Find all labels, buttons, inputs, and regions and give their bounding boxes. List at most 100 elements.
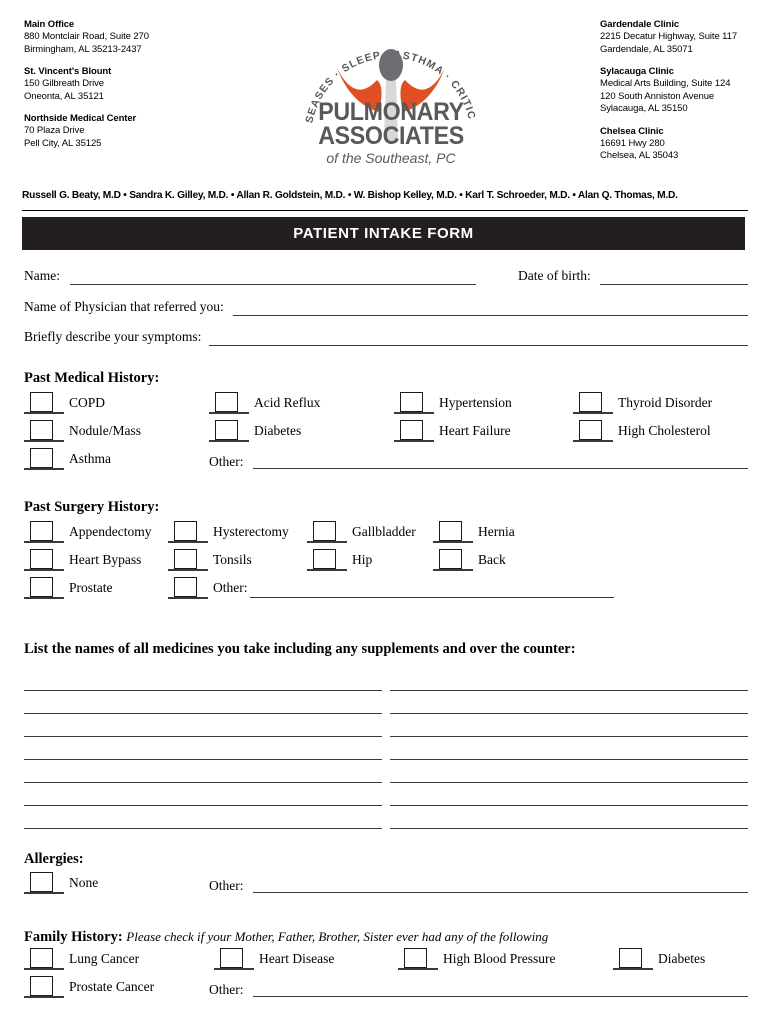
- medicine-line-right[interactable]: [390, 782, 748, 783]
- medicine-line-right[interactable]: [390, 736, 748, 737]
- checkbox-box[interactable]: [404, 948, 427, 968]
- medicine-line-left[interactable]: [24, 759, 382, 760]
- letterhead: Main Office 880 Montclair Road, Suite 27…: [0, 0, 770, 180]
- checkbox-label: Hip: [352, 552, 373, 567]
- checkbox-label: Acid Reflux: [254, 395, 321, 410]
- medicine-line-right[interactable]: [390, 805, 748, 806]
- checkbox-box[interactable]: [30, 577, 53, 597]
- medicine-line-right[interactable]: [390, 828, 748, 829]
- checkbox-baseline: [24, 468, 64, 470]
- checkbox-box[interactable]: [579, 392, 602, 412]
- checkbox-label: Diabetes: [658, 951, 706, 966]
- checkbox-baseline: [168, 597, 208, 599]
- checkbox-box[interactable]: [439, 549, 462, 569]
- address-block: Gardendale Clinic 2215 Decatur Highway, …: [600, 18, 770, 56]
- checkbox-box[interactable]: [30, 948, 53, 968]
- dob-input[interactable]: [600, 284, 748, 285]
- checkbox-box[interactable]: [313, 549, 336, 569]
- checkbox-label: Nodule/Mass: [69, 423, 141, 438]
- medicine-line-left[interactable]: [24, 736, 382, 737]
- symptoms-input[interactable]: [209, 345, 748, 346]
- patient-intake-form-page: Main Office 880 Montclair Road, Suite 27…: [0, 0, 770, 1024]
- referring-physician-input[interactable]: [233, 315, 748, 316]
- checkbox-label: Heart Bypass: [69, 552, 142, 567]
- checkbox-baseline: [168, 569, 208, 571]
- address-block: Sylacauga Clinic Medical Arts Building, …: [600, 65, 770, 116]
- right-address-column: Gardendale Clinic 2215 Decatur Highway, …: [600, 18, 770, 172]
- checkbox-baseline: [307, 569, 347, 571]
- checkbox-box[interactable]: [400, 392, 423, 412]
- logo-line2: ASSOCIATES: [318, 122, 464, 150]
- checkbox-label: Tonsils: [213, 552, 252, 567]
- checkbox-label: Thyroid Disorder: [618, 395, 713, 410]
- checkbox-baseline: [394, 412, 434, 414]
- dob-label: Date of birth:: [518, 268, 591, 283]
- checkbox-baseline: [24, 892, 64, 894]
- checkbox-box[interactable]: [400, 420, 423, 440]
- address-block: Main Office 880 Montclair Road, Suite 27…: [24, 18, 284, 56]
- office-address-line: 2215 Decatur Highway, Suite 117: [600, 31, 738, 42]
- checkbox-box[interactable]: [174, 549, 197, 569]
- surgery-other-label: Other:: [213, 580, 248, 595]
- office-address-line: Chelsea, AL 35043: [600, 150, 679, 161]
- medicine-line-right[interactable]: [390, 690, 748, 691]
- checkbox-label: Hysterectomy: [213, 524, 289, 539]
- checkbox-baseline: [24, 968, 64, 970]
- checkbox-baseline: [24, 440, 64, 442]
- medicine-line-left[interactable]: [24, 828, 382, 829]
- checkbox-box[interactable]: [30, 549, 53, 569]
- office-address-line: Medical Arts Building, Suite 124: [600, 78, 731, 89]
- medicine-line-right[interactable]: [390, 759, 748, 760]
- checkbox-box[interactable]: [215, 392, 238, 412]
- checkbox-baseline: [394, 440, 434, 442]
- checkbox-label: Prostate: [69, 580, 113, 595]
- checkbox-baseline: [214, 968, 254, 970]
- medicine-line-left[interactable]: [24, 690, 382, 691]
- referring-physician-label: Name of Physician that referred you:: [24, 299, 224, 314]
- physicians-list: Russell G. Beaty, M.D • Sandra K. Gilley…: [22, 190, 678, 201]
- office-name: St. Vincent's Blount: [24, 66, 112, 77]
- checkbox-box[interactable]: [174, 577, 197, 597]
- medical-other-input[interactable]: [253, 468, 748, 469]
- checkbox-box[interactable]: [619, 948, 642, 968]
- checkbox-box[interactable]: [30, 872, 53, 892]
- medical-other-label: Other:: [209, 454, 244, 469]
- checkbox-box[interactable]: [30, 521, 53, 541]
- checkbox-box[interactable]: [579, 420, 602, 440]
- checkbox-box[interactable]: [174, 521, 197, 541]
- medicines-heading: List the names of all medicines you take…: [24, 641, 576, 657]
- page-title: PATIENT INTAKE FORM: [293, 225, 474, 242]
- family-other-input[interactable]: [253, 996, 748, 997]
- medicine-line-right[interactable]: [390, 713, 748, 714]
- allergies-heading: Allergies:: [24, 851, 84, 867]
- checkbox-label: None: [69, 875, 99, 890]
- surgery-other-input[interactable]: [250, 597, 614, 598]
- checkbox-label: Appendectomy: [69, 524, 152, 539]
- allergies-other-input[interactable]: [253, 892, 748, 893]
- checkbox-box[interactable]: [220, 948, 243, 968]
- checkbox-box[interactable]: [30, 420, 53, 440]
- office-address-line: Oneonta, AL 35121: [24, 90, 104, 102]
- checkbox-baseline: [573, 440, 613, 442]
- office-address-line: Sylacauga, AL 35150: [600, 103, 688, 114]
- checkbox-label: Asthma: [69, 451, 111, 466]
- checkbox-label: COPD: [69, 395, 106, 410]
- checkbox-box[interactable]: [439, 521, 462, 541]
- address-block: Northside Medical Center 70 Plaza Drive …: [24, 112, 284, 150]
- checkbox-box[interactable]: [215, 420, 238, 440]
- checkbox-label: High Cholesterol: [618, 423, 711, 438]
- medicine-line-left[interactable]: [24, 805, 382, 806]
- logo-head-shape: [379, 49, 403, 81]
- checkbox-box[interactable]: [313, 521, 336, 541]
- checkbox-label: High Blood Pressure: [443, 951, 556, 966]
- form-title-bar: PATIENT INTAKE FORM: [22, 217, 745, 250]
- office-address-line: Gardendale, AL 35071: [600, 43, 693, 55]
- medicine-line-left[interactable]: [24, 782, 382, 783]
- name-label: Name:: [24, 268, 60, 283]
- name-input[interactable]: [70, 284, 476, 285]
- checkbox-box[interactable]: [30, 448, 53, 468]
- medicine-line-left[interactable]: [24, 713, 382, 714]
- checkbox-box[interactable]: [30, 976, 53, 996]
- surgery-history-heading: Past Surgery History:: [24, 499, 160, 515]
- checkbox-box[interactable]: [30, 392, 53, 412]
